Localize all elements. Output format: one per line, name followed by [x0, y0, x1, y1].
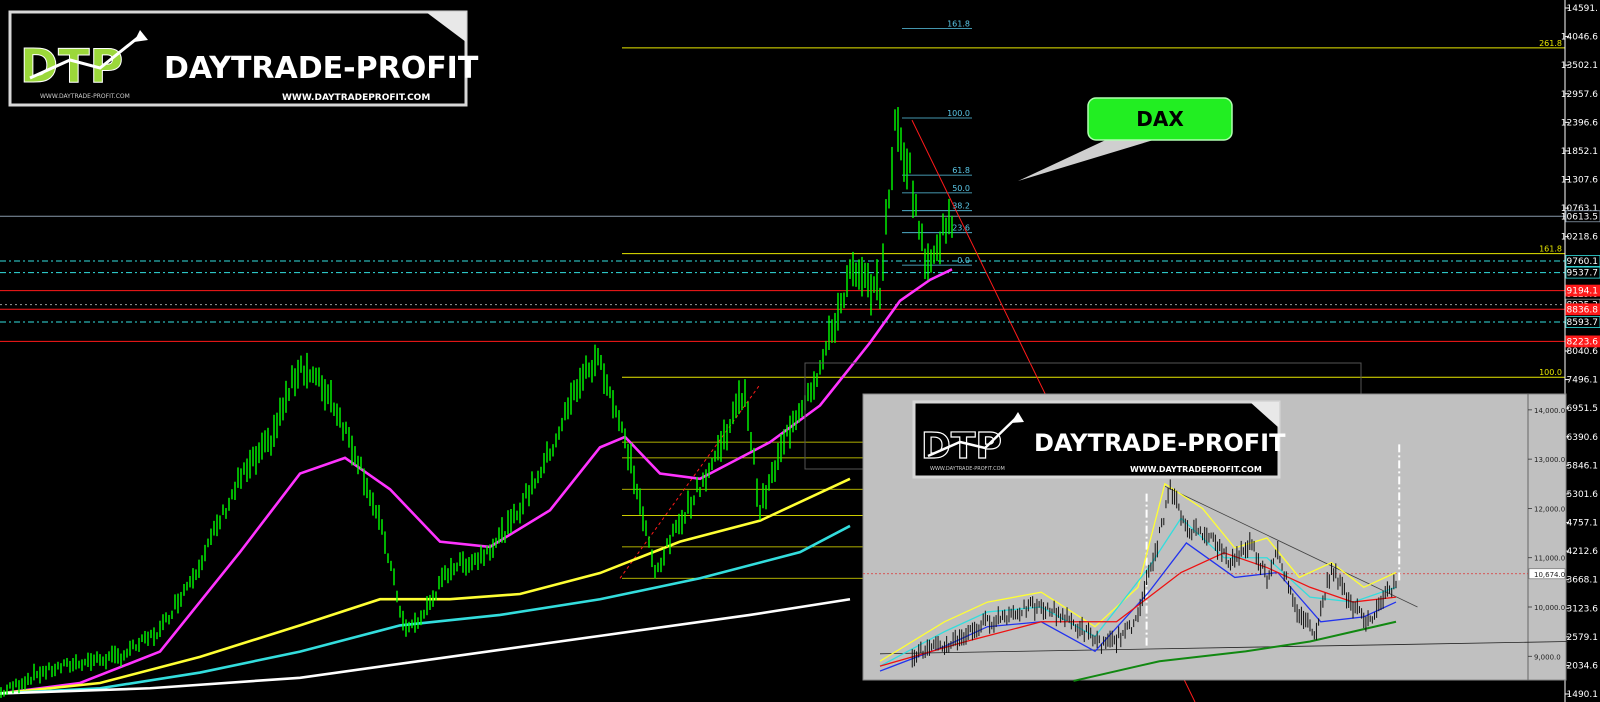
- inset-y-label: 11,000.0: [1534, 555, 1565, 563]
- y-tick-label: 7496.1: [1567, 376, 1599, 386]
- y-tick-label: 14046.6: [1561, 33, 1598, 43]
- y-tick-label: 12957.6: [1561, 90, 1598, 100]
- inset-y-label: 13,000.0: [1534, 456, 1565, 464]
- y-tick-label: 5846.1: [1567, 461, 1599, 471]
- logo-inset-url: WWW.DAYTRADEPROFIT.COM: [1130, 465, 1262, 474]
- fib-level-label: 161.8: [1539, 245, 1562, 254]
- logo-main-mark: DTP: [20, 39, 123, 93]
- fib-top-label: 0.0: [957, 256, 970, 265]
- inset-y-label: 9,000.0: [1534, 653, 1561, 661]
- inset-y-label: 10,000.0: [1534, 604, 1565, 612]
- fib-top-label: 50.0: [952, 184, 970, 193]
- logo-inset: DTP DAYTRADE-PROFIT WWW.DAYTRADE-PROFIT.…: [912, 400, 1286, 479]
- logo-inset-small-url: WWW.DAYTRADE-PROFIT.COM: [930, 466, 1005, 472]
- logo-inset-mark: DTP: [921, 426, 1002, 467]
- inset-y-label: 10,674.0: [1534, 571, 1565, 579]
- fib-top-label: 38.2: [952, 202, 970, 211]
- fib-level-label: 261.8: [1539, 39, 1562, 48]
- fib-top-label: 161.8: [947, 19, 970, 28]
- price-badge-label: 8836.8: [1567, 305, 1599, 315]
- fib-top-label: 61.8: [952, 166, 970, 175]
- inset-chart: 14,000.0 13,000.0 12,000.0 11,000.0 10,674.0…: [862, 393, 1569, 682]
- chart-stage: 261.8 161.8 100.0 161.8 100.0 61.8 50.0 38.2 23.…: [0, 0, 1600, 702]
- price-badge-label: 9537.7: [1567, 269, 1599, 279]
- y-tick-label: 8040.6: [1567, 347, 1599, 357]
- y-tick-label: 11307.6: [1561, 176, 1598, 186]
- price-badge-label: 9760.1: [1567, 257, 1599, 267]
- logo-inset-brand: DAYTRADE-PROFIT: [1034, 429, 1286, 457]
- price-badge-label: 8223.6: [1567, 337, 1599, 347]
- y-tick-label: 3123.6: [1567, 604, 1599, 614]
- fib-top-label: 23.6: [952, 224, 970, 233]
- y-tick-label: 2579.1: [1567, 633, 1599, 643]
- logo-main: DTP DAYTRADE-PROFIT WWW.DAYTRADE-PROFIT.…: [8, 10, 479, 107]
- y-tick-label: 1490.1: [1567, 690, 1599, 700]
- y-tick-label: 3668.1: [1567, 576, 1599, 586]
- price-badge-label: 9194.1: [1567, 287, 1599, 297]
- fib-top-label: 100.0: [947, 109, 970, 118]
- price-badge-label: 10613.5: [1561, 212, 1598, 222]
- y-tick-label: 6390.6: [1567, 433, 1599, 443]
- logo-main-url: WWW.DAYTRADEPROFIT.COM: [282, 93, 430, 103]
- y-tick-label: 5301.6: [1567, 490, 1599, 500]
- y-tick-label: 10218.6: [1561, 233, 1598, 243]
- inset-y-label: 14,000.0: [1534, 407, 1565, 415]
- y-tick-label: 11852.1: [1561, 147, 1598, 157]
- price-badge-label: 8593.7: [1567, 318, 1599, 328]
- y-tick-label: 4757.1: [1567, 519, 1599, 529]
- y-tick-label: 14591.: [1567, 4, 1599, 14]
- logo-main-small-url: WWW.DAYTRADE-PROFIT.COM: [40, 93, 130, 100]
- y-tick-label: 13502.1: [1561, 61, 1598, 71]
- y-tick-label: 12396.6: [1561, 118, 1598, 128]
- inset-y-label: 12,000.0: [1534, 505, 1565, 513]
- y-tick-label: 4212.6: [1567, 547, 1599, 557]
- y-tick-label: 6951.5: [1567, 404, 1599, 414]
- main-chart: 261.8 161.8 100.0 161.8 100.0 61.8 50.0 38.2 23.…: [0, 0, 1600, 702]
- logo-main-brand: DAYTRADE-PROFIT: [164, 51, 479, 86]
- callout-text: DAX: [1136, 107, 1184, 131]
- fib-level-label: 100.0: [1539, 368, 1562, 377]
- y-tick-label: 2034.6: [1567, 661, 1599, 671]
